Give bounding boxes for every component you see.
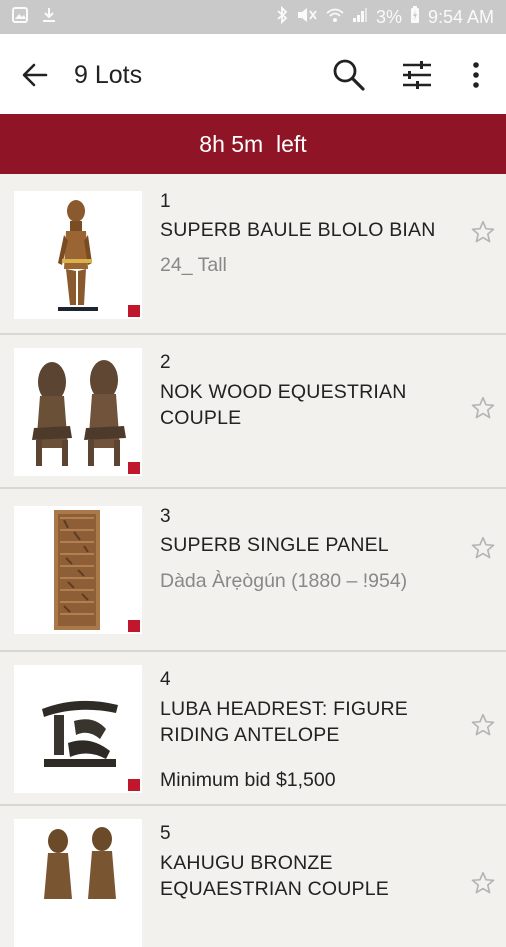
- star-outline-icon: [471, 713, 495, 736]
- time-left-banner: 8h 5m left: [0, 114, 506, 174]
- status-bar: 3% 9:54 AM: [0, 0, 506, 34]
- page-title: 9 Lots: [74, 61, 143, 89]
- lot-badge: [128, 462, 140, 474]
- more-vert-icon: [473, 62, 479, 88]
- star-outline-icon: [471, 220, 495, 243]
- star-outline-icon: [471, 536, 495, 559]
- lot-number: 5: [160, 823, 171, 844]
- tune-icon: [403, 61, 431, 89]
- search-icon: [333, 59, 365, 91]
- watch-button[interactable]: [470, 712, 496, 738]
- watch-button[interactable]: [470, 395, 496, 421]
- luba-headrest-image: [42, 700, 118, 767]
- battery-charging-icon: [410, 5, 420, 29]
- lot-item-1[interactable]: 1 SUPERB BAULE BLOLO BIAN 24_ Tall: [0, 174, 506, 335]
- lot-subtitle: 24_ Tall: [160, 254, 227, 276]
- lot-list: 1 SUPERB BAULE BLOLO BIAN 24_ Tall 2 NOK…: [0, 174, 506, 947]
- lot-item-5[interactable]: 5 KAHUGU BRONZE EQUAESTRIAN COUPLE: [0, 806, 506, 947]
- lot-number: 3: [160, 506, 171, 527]
- arrow-back-icon: [22, 63, 48, 87]
- lot-title: SUPERB SINGLE PANEL: [160, 534, 389, 556]
- lot-badge: [128, 779, 140, 791]
- lot-subtitle: Dàda Àrẹògún (1880 – !954): [160, 570, 408, 592]
- gallery-notification-icon: [12, 6, 28, 28]
- bluetooth-icon: [276, 5, 288, 29]
- bronze-equestrian-image: [44, 827, 116, 899]
- lot-title: SUPERB BAULE BLOLO BIAN: [160, 219, 436, 241]
- lot-title: NOK WOOD EQUESTRIAN COUPLE: [160, 381, 407, 429]
- lot-item-3[interactable]: 3 SUPERB SINGLE PANEL Dàda Àrẹògún (1880…: [0, 489, 506, 652]
- status-right: 3% 9:54 AM: [276, 5, 494, 29]
- more-options-button[interactable]: [462, 56, 490, 94]
- time-left-text: 8h 5m left: [199, 130, 307, 157]
- lot-badge: [128, 620, 140, 632]
- lot-title: LUBA HEADREST: FIGURE RIDING ANTELOPE: [160, 698, 409, 746]
- status-left: [12, 6, 56, 28]
- back-button[interactable]: [18, 58, 52, 92]
- lot-item-4[interactable]: 4 LUBA HEADREST: FIGURE RIDING ANTELOPE …: [0, 652, 506, 806]
- watch-button[interactable]: [470, 870, 496, 896]
- minimum-bid: Minimum bid $1,500: [160, 769, 336, 791]
- lot-number: 2: [160, 352, 171, 373]
- lot-thumbnail: [14, 506, 142, 634]
- lot-badge: [128, 305, 140, 317]
- clock-time: 9:54 AM: [427, 6, 494, 27]
- carved-panel-image: [54, 510, 100, 630]
- star-outline-icon: [471, 396, 495, 419]
- nok-equestrian-image: [32, 360, 126, 466]
- wifi-icon: [326, 6, 344, 29]
- lot-thumbnail: [14, 819, 142, 947]
- watch-button[interactable]: [470, 219, 496, 245]
- app-bar: 9 Lots: [0, 34, 506, 114]
- star-outline-icon: [471, 871, 495, 894]
- signal-icon: [352, 7, 368, 28]
- battery-percent: 3%: [375, 6, 402, 27]
- lot-thumbnail: [14, 665, 142, 793]
- filter-button[interactable]: [398, 56, 436, 94]
- mute-icon: [296, 6, 318, 29]
- baule-figure-image: [58, 200, 98, 311]
- lot-thumbnail: [14, 191, 142, 319]
- lot-title: KAHUGU BRONZE EQUAESTRIAN COUPLE: [160, 852, 389, 900]
- watch-button[interactable]: [470, 535, 496, 561]
- lot-thumbnail: [14, 348, 142, 476]
- lot-item-2[interactable]: 2 NOK WOOD EQUESTRIAN COUPLE: [0, 335, 506, 489]
- search-button[interactable]: [330, 56, 368, 94]
- lot-number: 1: [160, 191, 171, 212]
- download-notification-icon: [42, 7, 56, 28]
- lot-number: 4: [160, 669, 171, 690]
